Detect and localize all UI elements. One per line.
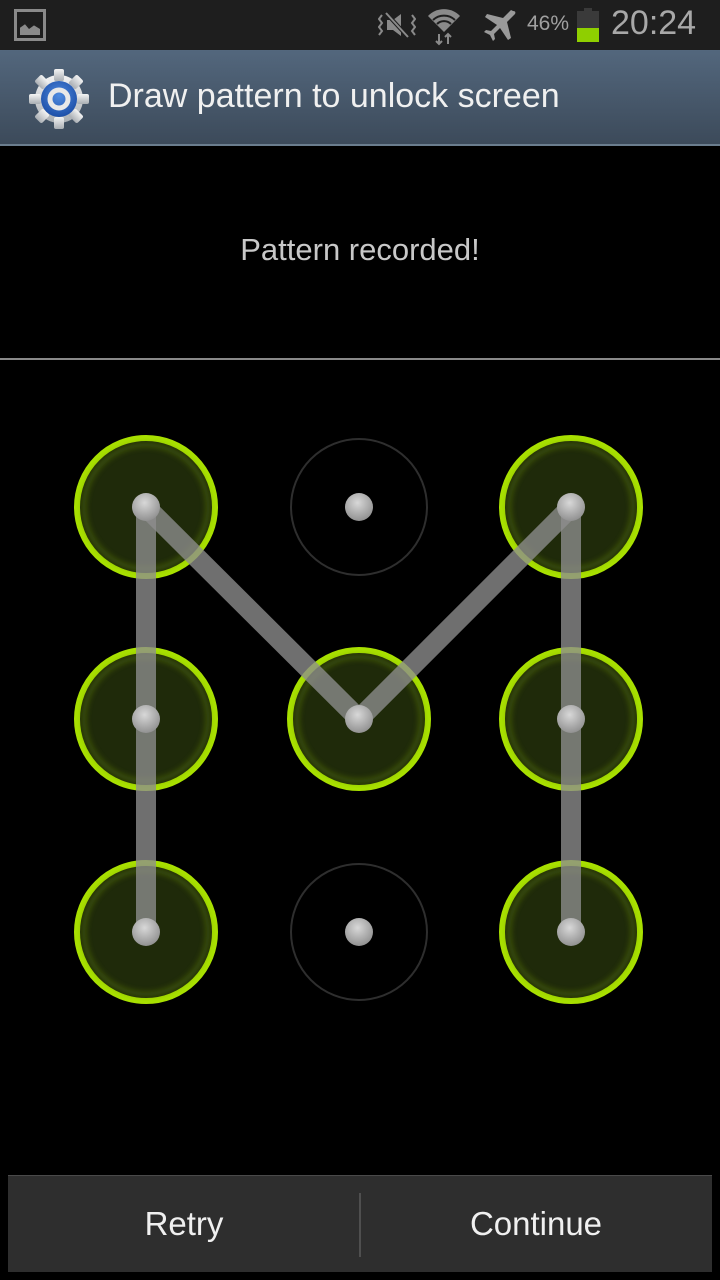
pattern-dot	[345, 493, 373, 521]
pattern-dot	[345, 705, 373, 733]
pattern-dot	[132, 918, 160, 946]
button-bar: Retry Continue	[8, 1175, 712, 1272]
clock: 20:24	[611, 4, 697, 42]
battery-icon	[577, 8, 599, 42]
pattern-dot	[132, 705, 160, 733]
retry-button[interactable]: Retry	[8, 1176, 360, 1272]
mute-vibrate-icon	[378, 11, 416, 39]
pattern-dot	[557, 918, 585, 946]
battery-percent: 46%	[527, 12, 570, 35]
status-bar: 46% 20:24	[0, 0, 720, 50]
status-message: Pattern recorded!	[240, 232, 480, 267]
pattern-grid[interactable]	[0, 360, 720, 1160]
wifi-data-icon	[428, 9, 460, 46]
page-title: Draw pattern to unlock screen	[108, 77, 560, 115]
airplane-mode-icon	[484, 10, 516, 41]
pattern-dot	[557, 493, 585, 521]
pattern-dot	[345, 918, 373, 946]
pattern-dot	[132, 493, 160, 521]
settings-gear-icon	[29, 69, 89, 129]
pattern-dot	[557, 705, 585, 733]
gallery-icon	[14, 9, 46, 41]
continue-button[interactable]: Continue	[360, 1176, 712, 1272]
title-bar: Draw pattern to unlock screen	[0, 50, 720, 146]
